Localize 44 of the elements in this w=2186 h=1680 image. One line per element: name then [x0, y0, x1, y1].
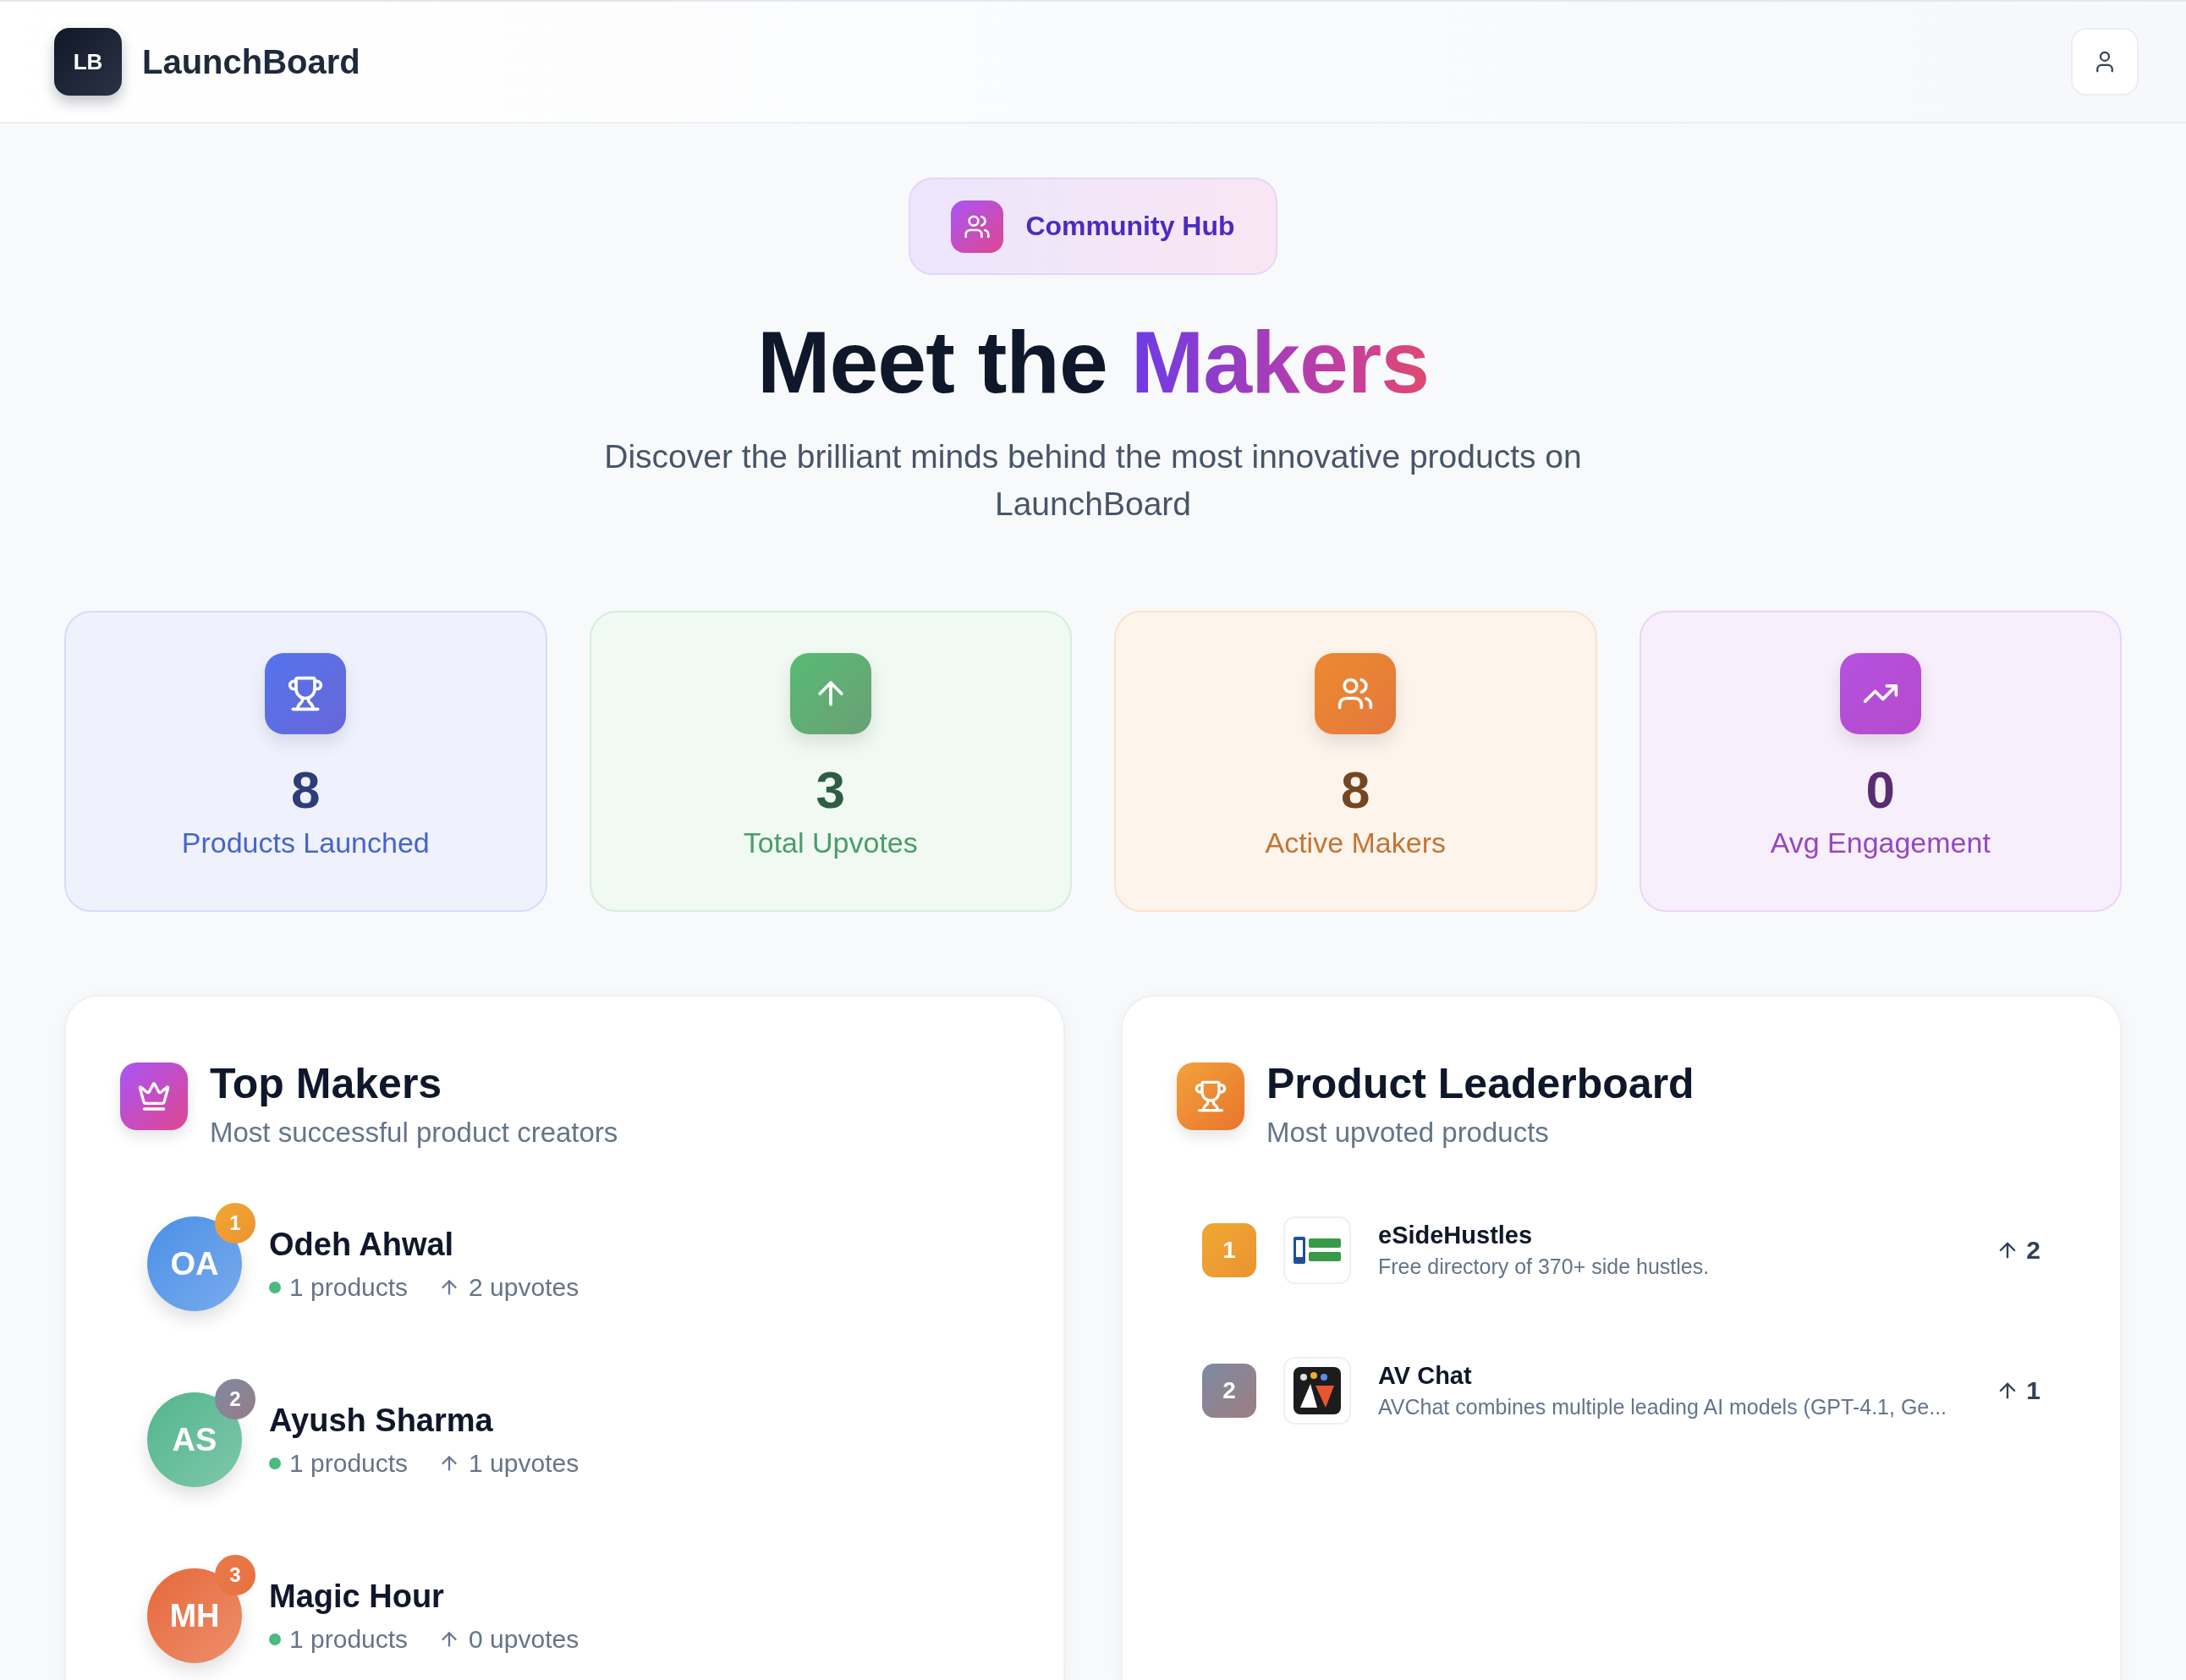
rank-badge: 2 — [215, 1379, 255, 1419]
app-title: LaunchBoard — [142, 42, 360, 81]
maker-name: Magic Hour — [269, 1578, 445, 1615]
stat-value: 0 — [1865, 760, 1895, 820]
product-count: 1 products — [289, 1624, 409, 1654]
panel-title: Product Leaderboard — [1266, 1059, 1694, 1108]
stat-value: 8 — [1341, 760, 1370, 820]
rank-badge: 2 — [1202, 1364, 1256, 1418]
product-name[interactable]: eSideHustles — [1378, 1222, 1969, 1249]
badge-label: Community Hub — [1025, 211, 1235, 242]
maker-name: Ayush Sharma — [269, 1402, 494, 1439]
stat-value: 8 — [291, 760, 321, 820]
product-count: 1 products — [289, 1272, 409, 1302]
status-dot — [269, 1633, 281, 1645]
status-dot — [269, 1281, 281, 1293]
stat-label: Active Makers — [1265, 826, 1446, 859]
page-headline: Meet the Makers — [756, 312, 1430, 413]
panel-subtitle: Most upvoted products — [1266, 1117, 1550, 1149]
stat-value: 3 — [816, 760, 845, 820]
crown-icon — [120, 1062, 188, 1130]
users-icon — [951, 200, 1004, 253]
rank-badge: 3 — [215, 1555, 255, 1595]
stat-label: Products Launched — [181, 826, 430, 859]
vote-count: 2 — [2026, 1236, 2040, 1265]
page-subtitle: Discover the brilliant minds behind the most innovative products on LaunchBoard — [603, 437, 1583, 524]
product-name[interactable]: AV Chat — [1378, 1362, 1969, 1390]
status-dot — [269, 1457, 281, 1469]
upvote-count: 1 upvotes — [469, 1448, 579, 1478]
panel-title: Top Makers — [210, 1059, 443, 1108]
upvote-count: 2 upvotes — [469, 1272, 579, 1302]
logo[interactable]: LB — [54, 28, 122, 96]
maker-name: Odeh Ahwal — [269, 1226, 455, 1263]
product-count: 1 products — [289, 1448, 409, 1478]
product-description: AVChat combines multiple leading AI models (GPT-4.1, Ge... — [1378, 1395, 1948, 1419]
vote-count: 1 — [2026, 1376, 2040, 1405]
trophy-icon — [1177, 1062, 1244, 1130]
rank-badge: 1 — [1202, 1223, 1256, 1277]
rank-badge: 1 — [215, 1203, 255, 1244]
upvote-count: 0 upvotes — [469, 1624, 579, 1654]
panel-subtitle: Most successful product creators — [210, 1117, 618, 1149]
user-button[interactable] — [2071, 28, 2139, 96]
stat-label: Avg Engagement — [1770, 826, 1991, 859]
stat-label: Total Upvotes — [743, 826, 918, 859]
product-description: Free directory of 370+ side hustles. — [1378, 1255, 1711, 1279]
